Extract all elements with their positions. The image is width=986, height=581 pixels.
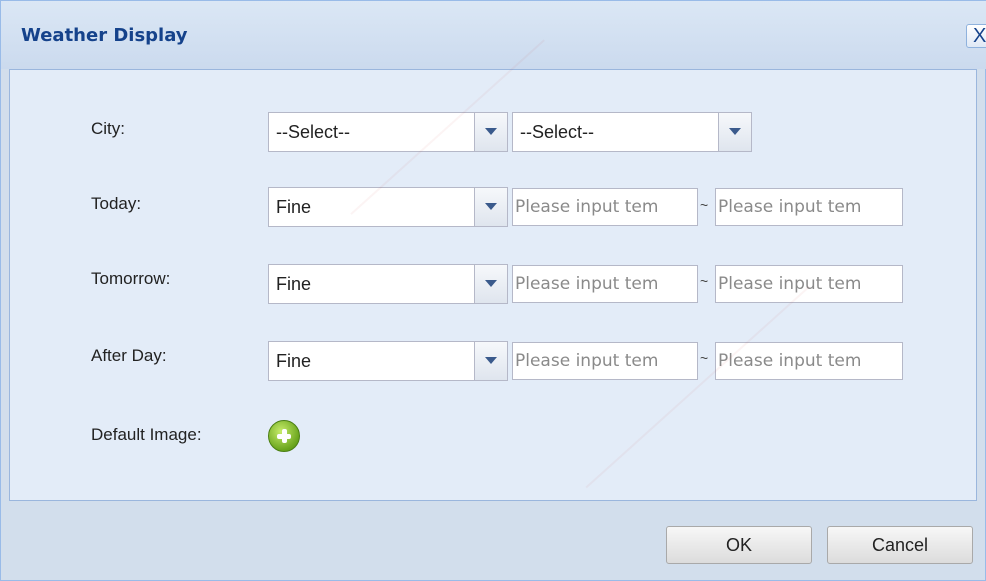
city-city-value: --Select-- bbox=[520, 122, 595, 142]
today-max-temp-input[interactable] bbox=[715, 188, 903, 226]
today-weather-value: Fine bbox=[276, 197, 312, 217]
tomorrow-label: Tomorrow: bbox=[91, 269, 171, 288]
weather-display-dialog: Weather Display X City: --Select-- --Sel… bbox=[0, 0, 986, 581]
city-label: City: bbox=[91, 119, 125, 138]
tomorrow-weather-select[interactable]: Fine bbox=[268, 264, 508, 304]
chevron-down-icon[interactable] bbox=[474, 113, 507, 151]
default-image-label: Default Image: bbox=[91, 425, 202, 444]
today-range-separator: ~ bbox=[700, 197, 709, 213]
chevron-down-icon[interactable] bbox=[718, 113, 751, 151]
chevron-down-icon[interactable] bbox=[474, 265, 507, 303]
ok-button[interactable]: OK bbox=[666, 526, 812, 564]
tomorrow-min-temp-input[interactable] bbox=[512, 265, 698, 303]
city-province-select[interactable]: --Select-- bbox=[268, 112, 508, 152]
afterday-range-separator: ~ bbox=[700, 350, 709, 366]
cancel-button[interactable]: Cancel bbox=[827, 526, 973, 564]
close-button[interactable]: X bbox=[966, 24, 986, 48]
tomorrow-weather-value: Fine bbox=[276, 274, 312, 294]
afterday-min-temp-input[interactable] bbox=[512, 342, 698, 380]
city-city-select[interactable]: --Select-- bbox=[512, 112, 752, 152]
tomorrow-range-separator: ~ bbox=[700, 273, 709, 289]
afterday-label: After Day: bbox=[91, 346, 167, 365]
chevron-down-icon[interactable] bbox=[474, 342, 507, 380]
afterday-weather-select[interactable]: Fine bbox=[268, 341, 508, 381]
dialog-titlebar[interactable]: Weather Display X bbox=[1, 1, 986, 69]
today-weather-select[interactable]: Fine bbox=[268, 187, 508, 227]
chevron-down-icon[interactable] bbox=[474, 188, 507, 226]
add-image-button[interactable] bbox=[268, 420, 300, 452]
afterday-max-temp-input[interactable] bbox=[715, 342, 903, 380]
tomorrow-max-temp-input[interactable] bbox=[715, 265, 903, 303]
dialog-title: Weather Display bbox=[21, 25, 188, 46]
close-icon: X bbox=[973, 25, 986, 47]
afterday-weather-value: Fine bbox=[276, 351, 312, 371]
city-province-value: --Select-- bbox=[276, 122, 351, 142]
today-min-temp-input[interactable] bbox=[512, 188, 698, 226]
today-label: Today: bbox=[91, 194, 142, 213]
